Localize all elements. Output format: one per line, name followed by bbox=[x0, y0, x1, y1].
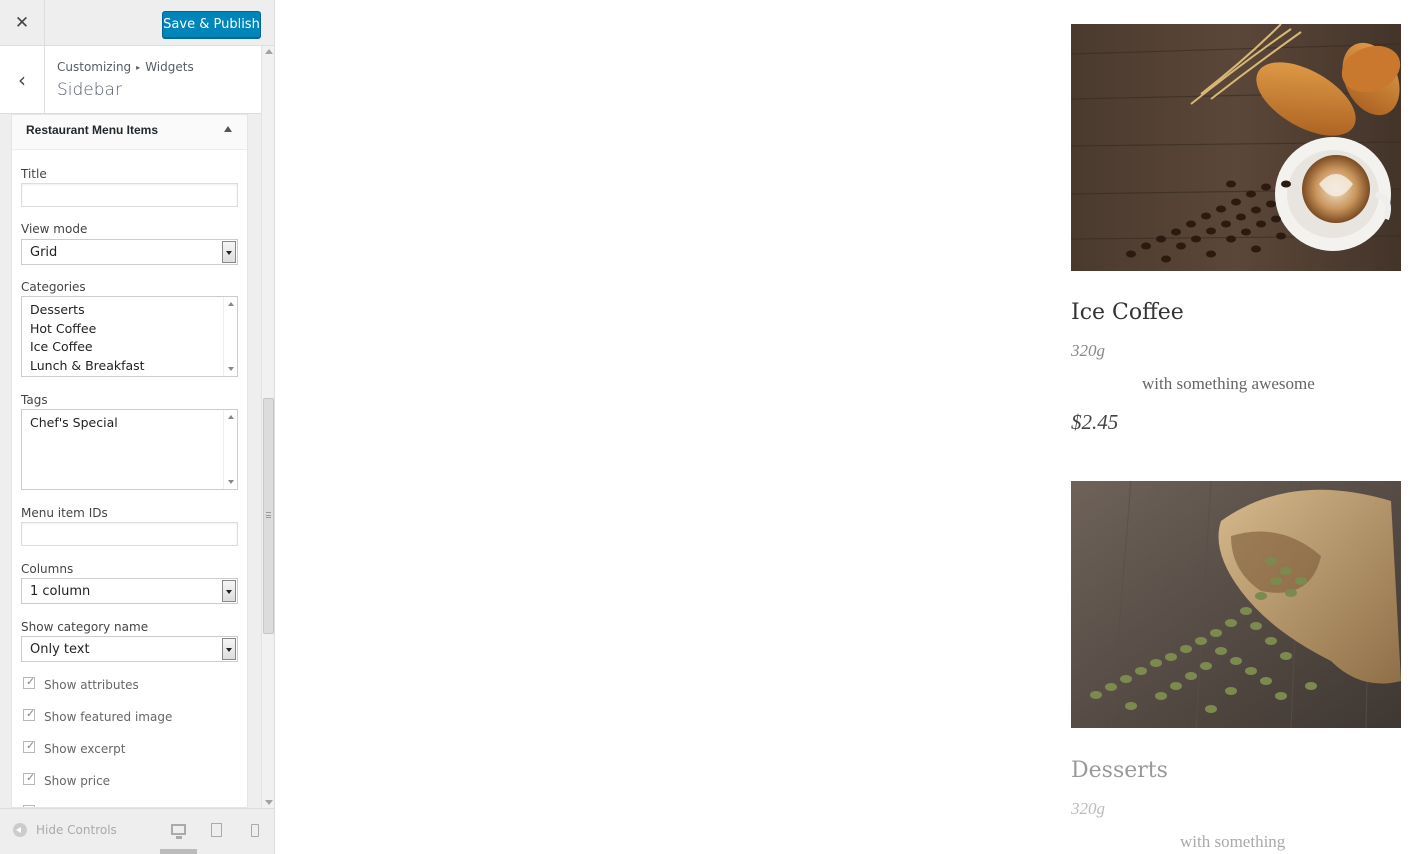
scroll-up-arrow-icon[interactable] bbox=[265, 49, 273, 54]
checkbox-label: Show excerpt bbox=[44, 742, 126, 756]
checkbox-label: Show attributes bbox=[44, 678, 139, 692]
menu-item-title[interactable]: Desserts bbox=[1071, 758, 1168, 783]
tags-label: Tags bbox=[21, 393, 48, 407]
categories-label: Categories bbox=[21, 280, 86, 294]
menu-item-description: with something awesome bbox=[1142, 374, 1315, 393]
menu-item-weight: 320g bbox=[1071, 341, 1105, 360]
listbox-scrollbar[interactable] bbox=[223, 297, 237, 376]
category-option[interactable]: Hot Coffee bbox=[22, 320, 237, 339]
panel-scrollbar[interactable] bbox=[261, 46, 274, 808]
ice-coffee-photo bbox=[1071, 24, 1401, 271]
close-icon: ✕ bbox=[14, 13, 30, 33]
columns-label: Columns bbox=[21, 562, 74, 576]
scroll-down-arrow-icon[interactable] bbox=[265, 800, 273, 805]
chevron-left-icon: ‹ bbox=[18, 68, 26, 92]
menu-item-title[interactable]: Ice Coffee bbox=[1071, 300, 1184, 325]
tags-listbox[interactable]: Chef's Special bbox=[21, 409, 238, 490]
widget-header[interactable]: Restaurant Menu Items bbox=[12, 115, 247, 150]
hide-controls-label: Hide Controls bbox=[36, 823, 117, 837]
tablet-preview-icon[interactable] bbox=[211, 823, 222, 837]
section-header: ‹ Customizing ▸ Widgets Sidebar bbox=[0, 46, 261, 114]
green-beans-photo bbox=[1071, 481, 1401, 728]
section-title: Sidebar bbox=[57, 80, 122, 100]
view-mode-value: Grid bbox=[30, 245, 58, 260]
breadcrumb-item: Widgets bbox=[145, 60, 194, 74]
collapse-sidebar-icon bbox=[13, 823, 27, 837]
checkbox[interactable]: ✓ bbox=[23, 739, 36, 753]
columns-select[interactable]: 1 column bbox=[21, 578, 238, 604]
category-option[interactable]: Desserts bbox=[22, 301, 237, 320]
collapse-arrow-icon[interactable] bbox=[224, 126, 232, 132]
view-mode-label: View mode bbox=[21, 222, 88, 236]
title-label: Title bbox=[21, 167, 47, 181]
scrollbar-thumb[interactable] bbox=[263, 398, 274, 634]
save-publish-button[interactable]: Save & Publish bbox=[162, 11, 261, 38]
checkmark-icon: ✓ bbox=[26, 739, 36, 752]
checkbox[interactable]: ✓ bbox=[23, 771, 36, 785]
desserts-image bbox=[1071, 481, 1401, 728]
desktop-preview-icon[interactable] bbox=[171, 824, 186, 839]
menu-item-weight: 320g bbox=[1071, 799, 1105, 818]
customizer-topbar: ✕ Save & Publish bbox=[0, 0, 274, 46]
close-customizer-button[interactable]: ✕ bbox=[0, 0, 45, 46]
menu-item-description: with something bbox=[1180, 832, 1286, 851]
show-category-label: Show category name bbox=[21, 620, 149, 634]
scroll-up-arrow-icon[interactable] bbox=[228, 415, 234, 419]
breadcrumb-separator-icon: ▸ bbox=[136, 63, 141, 72]
customizer-footer: Hide Controls bbox=[0, 808, 274, 854]
category-option[interactable]: Lunch & Breakfast bbox=[22, 357, 237, 376]
listbox-scrollbar[interactable] bbox=[223, 410, 237, 489]
tag-option[interactable]: Chef's Special bbox=[22, 414, 237, 433]
show-category-select[interactable]: Only text bbox=[21, 636, 238, 662]
checkbox[interactable]: ✓ bbox=[23, 675, 36, 689]
widget-title: Restaurant Menu Items bbox=[26, 123, 159, 137]
view-mode-select[interactable]: Grid bbox=[21, 239, 238, 265]
breadcrumb-item: Customizing bbox=[57, 60, 132, 74]
restaurant-menu-widget: Restaurant Menu Items Title View mode Gr… bbox=[11, 114, 248, 808]
dropdown-arrow-icon[interactable] bbox=[222, 580, 236, 602]
site-preview: Ice Coffee 320g with something awesome $… bbox=[276, 0, 1419, 854]
dropdown-arrow-icon[interactable] bbox=[222, 638, 236, 660]
grip-icon bbox=[266, 512, 271, 518]
breadcrumb: Customizing ▸ Widgets bbox=[57, 60, 194, 74]
menu-ids-input[interactable] bbox=[21, 522, 238, 546]
dropdown-arrow-icon[interactable] bbox=[222, 241, 236, 263]
checkmark-icon: ✓ bbox=[26, 771, 36, 784]
columns-value: 1 column bbox=[30, 584, 91, 599]
title-input[interactable] bbox=[21, 183, 238, 207]
ice-coffee-image bbox=[1071, 24, 1401, 271]
scroll-up-arrow-icon[interactable] bbox=[228, 302, 234, 306]
checkbox-label: Show price bbox=[44, 774, 111, 788]
checkbox-label: Show featured image bbox=[44, 710, 173, 724]
show-category-value: Only text bbox=[30, 642, 90, 657]
back-button[interactable]: ‹ bbox=[0, 46, 45, 114]
scroll-down-arrow-icon[interactable] bbox=[228, 480, 234, 484]
menu-ids-label: Menu item IDs bbox=[21, 506, 108, 520]
categories-listbox[interactable]: Desserts Hot Coffee Ice Coffee Lunch & B… bbox=[21, 296, 238, 377]
customizer-panel: ✕ Save & Publish ‹ Customizing ▸ Widgets S… bbox=[0, 0, 275, 854]
scroll-down-arrow-icon[interactable] bbox=[228, 367, 234, 371]
checkmark-icon: ✓ bbox=[26, 707, 36, 720]
active-device-indicator bbox=[160, 849, 197, 854]
hide-controls-button[interactable]: Hide Controls bbox=[13, 823, 117, 837]
menu-item-price: $2.45 bbox=[1071, 410, 1119, 434]
checkmark-icon: ✓ bbox=[26, 675, 36, 688]
checkbox[interactable]: ✓ bbox=[23, 707, 36, 721]
category-option[interactable]: Ice Coffee bbox=[22, 338, 237, 357]
mobile-preview-icon[interactable] bbox=[251, 824, 259, 837]
